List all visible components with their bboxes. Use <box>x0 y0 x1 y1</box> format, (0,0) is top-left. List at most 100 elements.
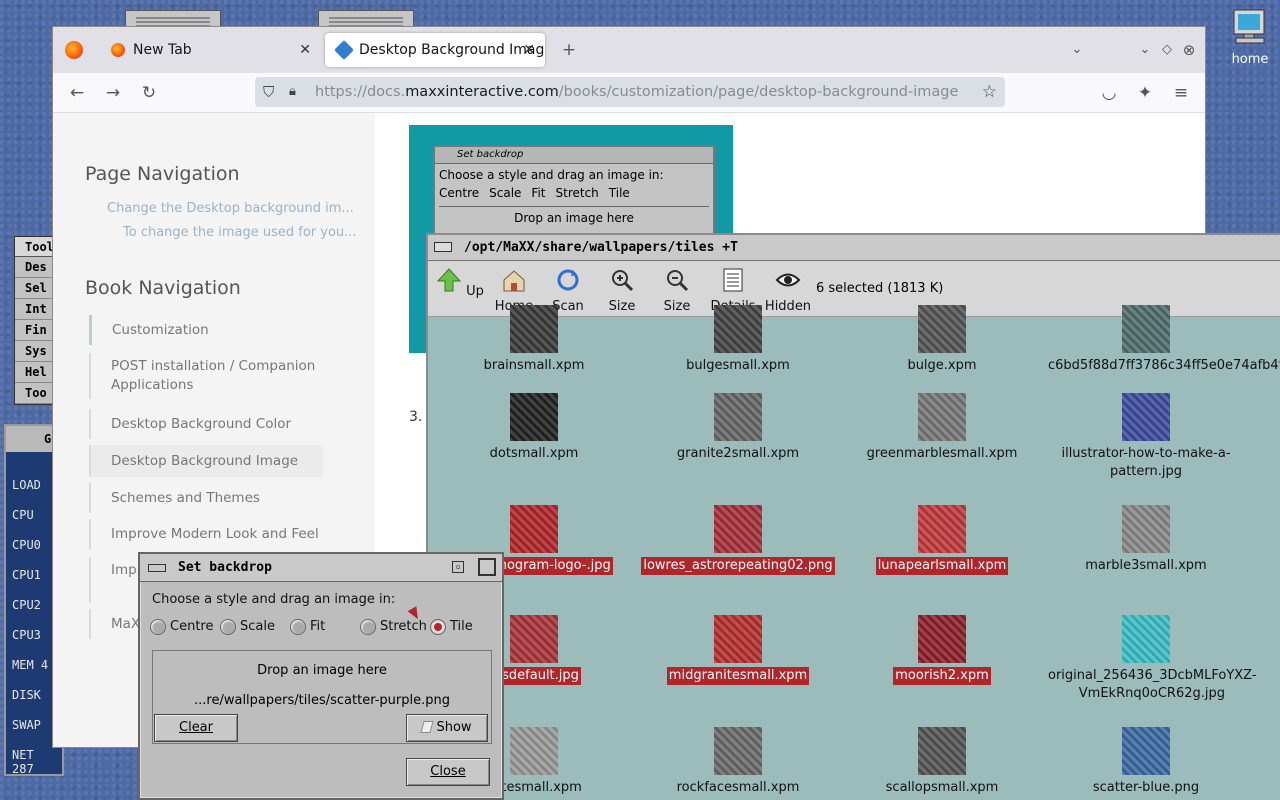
window-menu-icon[interactable] <box>148 564 166 572</box>
file-name: illustrator-how-to-make-a-pattern.jpg <box>1061 446 1231 479</box>
file-item[interactable]: dotsmall.xpm <box>434 393 634 463</box>
inner-option: Centre <box>439 186 480 200</box>
window-menu-icon[interactable] <box>434 242 452 252</box>
file-thumbnail <box>714 505 762 553</box>
file-item[interactable]: penr n.jpg <box>1250 615 1280 685</box>
tab-desktop-background-image[interactable]: Desktop Background Imag ✕ <box>325 33 545 67</box>
file-thumbnail <box>510 615 558 663</box>
file-thumbnail <box>1122 393 1170 441</box>
file-manager-title[interactable]: /opt/MaXX/share/wallpapers/tiles +T <box>428 235 1280 261</box>
back-icon[interactable]: ← <box>65 81 89 105</box>
file-thumbnail <box>1122 727 1170 775</box>
close-button[interactable]: Close <box>406 758 490 786</box>
up-button[interactable]: Up <box>432 265 488 299</box>
file-item[interactable]: midgranitesmall.xpm <box>638 615 838 685</box>
file-item[interactable]: granite2small.xpm <box>638 393 838 463</box>
maximize-icon[interactable]: ◇ <box>1155 38 1179 62</box>
home-desktop-icon[interactable]: home <box>1222 6 1278 67</box>
list-tabs-icon[interactable]: ⌄ <box>1065 38 1089 62</box>
close-tab-icon[interactable]: ✕ <box>299 33 311 67</box>
maximize-icon[interactable] <box>478 558 496 576</box>
file-name: moorish2.xpm <box>893 667 991 685</box>
file-thumbnail <box>918 505 966 553</box>
lock-icon[interactable]: 🔒︎ <box>289 77 296 107</box>
step-label: 3. <box>409 409 423 425</box>
file-item[interactable]: lowres_astrorepeating02.png <box>638 505 838 575</box>
monitor-row: NET 287 <box>12 748 34 776</box>
book-nav-item[interactable]: Schemes and Themes <box>89 483 323 513</box>
menu-icon[interactable]: ≡ <box>1169 81 1193 105</box>
page-nav-link[interactable]: Change the Desktop background im... <box>107 201 354 216</box>
radio-stretch[interactable]: Stretch <box>360 618 427 636</box>
file-item[interactable]: rockfacesmall.xpm <box>638 727 838 797</box>
zoom-out-icon <box>667 270 689 292</box>
refresh-icon <box>557 269 579 291</box>
url-text: https://docs.maxxinteractive.com/books/c… <box>315 84 959 100</box>
file-thumbnail <box>714 727 762 775</box>
file-thumbnail <box>714 305 762 353</box>
file-thumbnail <box>1122 505 1170 553</box>
dialog-title-bar[interactable]: Set backdrop ▫ <box>140 554 502 582</box>
file-name: scallopsmall.xpm <box>885 780 999 795</box>
new-tab-icon[interactable]: + <box>557 38 581 62</box>
book-nav-item[interactable]: POST installation / Companion Applicatio… <box>89 353 323 399</box>
file-item[interactable]: bulge.xpm <box>842 305 1042 375</box>
minimize-icon[interactable]: ⌄ <box>1133 38 1157 62</box>
clear-button[interactable]: Clear <box>154 714 238 742</box>
book-nav-item[interactable]: Customization <box>89 315 323 345</box>
radio-scale[interactable]: Scale <box>220 618 275 636</box>
zoom-in-icon <box>612 270 634 292</box>
nav-bar: ← → ↻ ⛉ 🔒︎ https://docs.maxxinteractive.… <box>53 73 1205 113</box>
monitor-row: DISK <box>12 688 41 702</box>
book-nav-item[interactable]: Desktop Background Color <box>89 409 323 439</box>
monitor-row: CPU <box>12 508 34 522</box>
minimize-icon[interactable]: ▫ <box>452 561 464 573</box>
forward-icon[interactable]: → <box>101 81 125 105</box>
file-item[interactable]: scatter-blue.png <box>1046 727 1246 797</box>
file-name: lunapearlsmall.xpm <box>875 557 1009 575</box>
book-nav-item[interactable]: Improve Modern Look and Feel <box>89 519 323 549</box>
file-thumbnail <box>918 305 966 353</box>
pocket-icon[interactable]: ◡ <box>1097 81 1121 105</box>
file-item[interactable]: marble3small.xpm <box>1046 505 1246 575</box>
monitor-row: CPU1 <box>12 568 41 582</box>
file-item[interactable]: lunapearlsmall.xpm <box>842 505 1042 575</box>
file-grid: brainsmall.xpm bulgesmall.xpm bulge.xpm c6b… <box>428 305 1280 800</box>
file-thumbnail <box>918 615 966 663</box>
book-nav-item[interactable]: Desktop Background Image <box>89 445 323 477</box>
file-item[interactable]: c6bd5f88d7ff3786c34ff5e0e74afb4f.jpg <box>1046 305 1280 375</box>
file-thumbnail <box>918 727 966 775</box>
file-item[interactable]: bulgesmall.xpm <box>638 305 838 375</box>
inner-option: Scale <box>489 186 522 200</box>
close-tab-icon[interactable]: ✕ <box>523 33 535 67</box>
url-bar[interactable]: ⛉ 🔒︎ https://docs.maxxinteractive.com/bo… <box>255 77 1005 107</box>
file-item[interactable]: moorish2.xpm <box>842 615 1042 685</box>
style-instruction: Choose a style and drag an image in: <box>152 592 396 607</box>
page-nav-link[interactable]: To change the image used for you... <box>123 225 357 240</box>
extensions-icon[interactable]: ✦ <box>1133 81 1157 105</box>
close-window-icon[interactable]: ⊗ <box>1177 38 1201 62</box>
file-manager-window: /opt/MaXX/share/wallpapers/tiles +T Up H… <box>426 233 1280 800</box>
file-item[interactable]: greenmarblesmall.xpm <box>842 393 1042 463</box>
reload-icon[interactable]: ↻ <box>137 81 161 105</box>
radio-tile[interactable]: Tile <box>430 618 473 636</box>
tab-new-tab[interactable]: New Tab ✕ <box>99 33 321 67</box>
file-item[interactable]: original_256436_3DcbMLFoYXZ-VmEkRnq0oCR6… <box>1046 615 1257 703</box>
monitor-row: CPU3 <box>12 628 41 642</box>
radio-fit[interactable]: Fit <box>290 618 325 636</box>
bookmark-star-icon[interactable]: ☆ <box>982 77 997 107</box>
radio-centre[interactable]: Centre <box>150 618 213 636</box>
file-item[interactable]: illustrator-how-to-make-a-pattern.jpg <box>1046 393 1246 481</box>
shield-icon[interactable]: ⛉ <box>263 77 274 107</box>
home-icon-label: home <box>1231 52 1269 67</box>
house-icon <box>503 270 525 292</box>
firefox-icon[interactable] <box>65 41 83 59</box>
file-item[interactable]: brainsmall.xpm <box>434 305 634 375</box>
show-button[interactable]: Show <box>406 714 488 742</box>
monitor-row: SWAP <box>12 718 41 732</box>
file-item[interactable]: scallopsmall.xpm <box>842 727 1042 797</box>
file-thumbnail <box>918 393 966 441</box>
file-name: brainsmall.xpm <box>483 358 585 373</box>
monitor-row: CPU2 <box>12 598 41 612</box>
file-name: c6bd5f88d7ff3786c34ff5e0e74afb4f.jpg <box>1048 358 1280 373</box>
